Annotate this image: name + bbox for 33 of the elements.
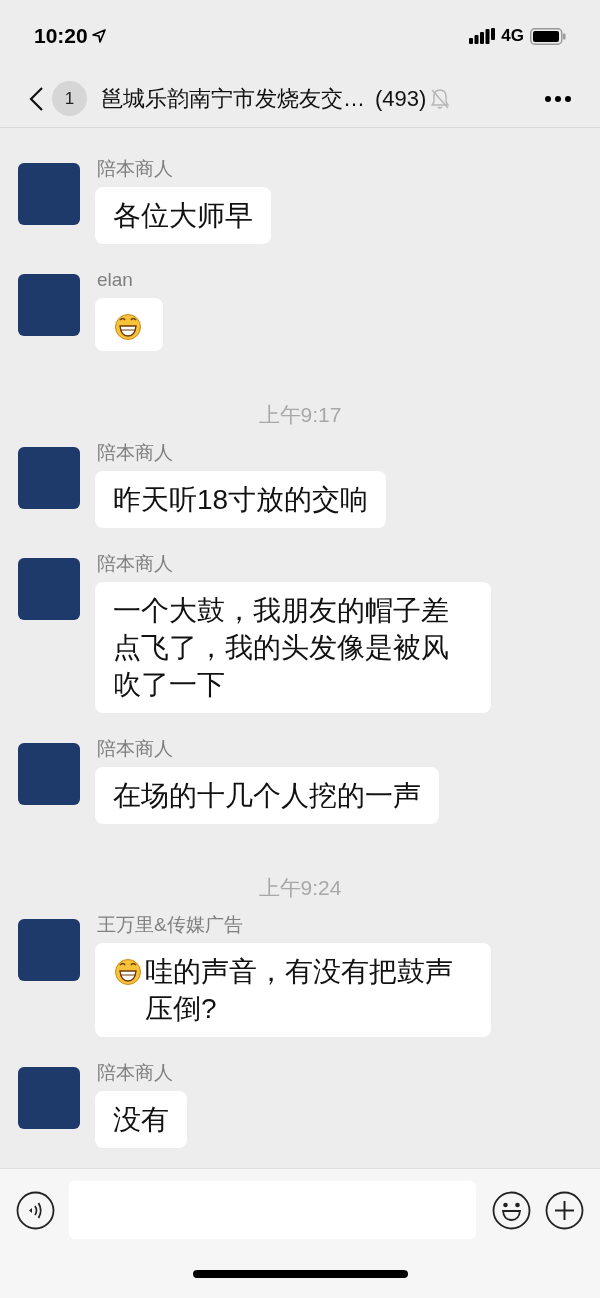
grinning-emoji-icon bbox=[113, 311, 143, 341]
sender-name: elan bbox=[96, 268, 133, 292]
grinning-emoji-icon bbox=[113, 956, 143, 986]
back-icon[interactable] bbox=[28, 85, 44, 112]
emoji-icon[interactable] bbox=[492, 1190, 531, 1230]
status-time: 10:20 bbox=[34, 23, 88, 50]
message-text: 在场的十几个人挖的一声 bbox=[113, 778, 421, 813]
unread-count-badge: 1 bbox=[52, 81, 87, 116]
avatar-photo-placeholder[interactable] bbox=[18, 742, 80, 805]
sender-name: 陪本商人 bbox=[96, 157, 173, 181]
sender-name: 陪本商人 bbox=[96, 440, 173, 465]
add-icon[interactable] bbox=[545, 1190, 584, 1230]
message-text: 哇的声音，有没有把鼓声压倒? bbox=[145, 955, 454, 1026]
avatar-photo-placeholder[interactable] bbox=[18, 446, 80, 509]
member-count: (493) bbox=[375, 85, 427, 113]
avatar-photo-placeholder[interactable] bbox=[18, 557, 80, 620]
location-arrow-icon bbox=[91, 29, 106, 43]
sender-name: 陪本商人 bbox=[96, 1061, 173, 1085]
network-type: 4G bbox=[501, 25, 524, 48]
voice-icon[interactable] bbox=[16, 1190, 55, 1230]
sender-name: 王万里&传媒广告 bbox=[96, 913, 243, 937]
message-text: 一个大鼓，我朋友的帽子差点飞了，我的头发像是被风吹了一下 bbox=[113, 593, 450, 702]
sender-name: 陪本商人 bbox=[96, 736, 173, 761]
sender-name: 陪本商人 bbox=[96, 551, 173, 576]
battery-icon bbox=[530, 27, 566, 45]
message-text: 各位大师早 bbox=[113, 199, 253, 233]
more-icon[interactable] bbox=[544, 94, 572, 103]
timestamp: 上午9:24 bbox=[258, 874, 342, 901]
chat-title: 邕城乐韵南宁市发烧友交… bbox=[101, 85, 365, 113]
signal-icon bbox=[469, 28, 496, 44]
message-text: 没有 bbox=[113, 1103, 169, 1137]
timestamp: 上午9:17 bbox=[258, 402, 342, 428]
message-text: 昨天听18寸放的交响 bbox=[113, 482, 369, 517]
